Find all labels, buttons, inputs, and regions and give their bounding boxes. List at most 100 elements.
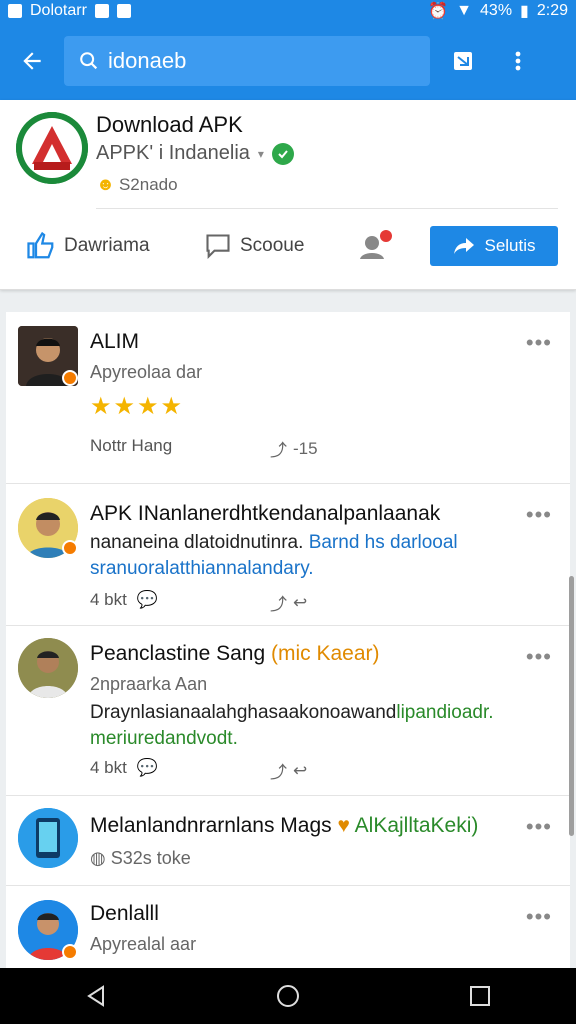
notifications-button[interactable]	[358, 229, 394, 263]
review-feed: ALIM Apyreolaa dar ★ ★ ★ ★ Nottr Hang ⤴ …	[6, 312, 570, 972]
post-author-tag[interactable]: AlKajlltaKeki)	[355, 814, 479, 837]
message-page-button[interactable]: Scooue	[204, 232, 304, 260]
post-subtitle: 2npraarka Aan	[90, 674, 208, 694]
image-notification-icon	[94, 4, 109, 18]
message-page-label: Scooue	[240, 235, 305, 256]
message-button[interactable]	[430, 22, 496, 100]
search-query: idonaeb	[108, 48, 187, 73]
reaction-buttons[interactable]: ⤴ ↩	[270, 590, 307, 615]
app-bar: idonaeb	[0, 22, 576, 100]
back-arrow-icon	[23, 52, 41, 70]
comment-icon[interactable]: 💬	[137, 590, 158, 610]
post-footer-text: 4 bkt	[90, 590, 127, 609]
more-options-icon[interactable]: •••	[526, 502, 552, 528]
more-options-icon[interactable]: •••	[526, 904, 552, 930]
share-button[interactable]: Selutis	[430, 226, 558, 266]
nav-recents-button[interactable]	[450, 968, 510, 1024]
reply-icon[interactable]: ↩	[293, 593, 307, 613]
comment-icon[interactable]: 💬	[137, 758, 158, 778]
list-item[interactable]: APK INanlanerdhtkendanalpanlaanak nanane…	[6, 484, 570, 626]
back-triangle-icon	[87, 985, 104, 1007]
post-footer: 4 bkt 💬	[90, 758, 158, 778]
post-subtitle-text: S32s toke	[110, 848, 191, 868]
list-item[interactable]: Peanclastine Sang (mic Kaear) 2npraarka …	[6, 626, 570, 796]
reply-icon[interactable]: ↩	[293, 761, 307, 781]
reaction-buttons[interactable]: ⤴ ↩	[270, 758, 307, 783]
verified-icon	[271, 142, 294, 165]
status-badge	[62, 370, 78, 386]
status-badge	[62, 944, 78, 960]
share-button-label: Selutis	[484, 236, 536, 255]
page-subtitle: APPK' i Indanelia ▾	[96, 142, 294, 165]
page-subtitle-text: APPK' i Indanelia	[96, 142, 250, 164]
battery-icon: ▮	[520, 3, 529, 20]
person-alert-icon	[360, 230, 392, 259]
list-item[interactable]: Denlalll Apyrealal aar •••	[6, 886, 570, 972]
page-header-card: Download APK APPK' i Indanelia ▾ ☻ S2nad…	[0, 100, 576, 290]
reaction-icon: ⤴	[270, 441, 287, 460]
scrollbar[interactable]	[569, 576, 574, 836]
reaction-count[interactable]: ⤴ -15	[270, 436, 318, 461]
avatar[interactable]	[18, 808, 78, 868]
list-item[interactable]: Melanlandnrarnlans Mags ♥ AlKajlltaKeki)…	[6, 796, 570, 886]
more-options-icon[interactable]: •••	[526, 814, 552, 840]
post-footer: Nottr Hang	[90, 436, 172, 456]
post-subtitle: Apyrealal aar	[90, 934, 197, 954]
more-options-icon[interactable]: •••	[526, 644, 552, 670]
battery-level: 43%	[480, 2, 513, 19]
post-author-name[interactable]: Peanclastine Sang	[90, 642, 265, 665]
share-icon[interactable]: ⤴	[270, 590, 287, 615]
page-actions: Dawriama Scooue Selutis	[0, 218, 576, 274]
page-meta: ☻ S2nado	[96, 174, 178, 195]
alarm-icon: ⏰	[428, 3, 449, 20]
post-body-text: nananeina dlatoidnutinra.	[90, 532, 304, 553]
star-icon: ★	[160, 393, 183, 420]
chat-bubble-icon	[206, 234, 230, 260]
star-icon: ★	[137, 393, 159, 420]
avatar[interactable]	[18, 638, 78, 698]
reaction-value: -15	[293, 438, 318, 458]
search-icon	[80, 52, 98, 70]
share-icon[interactable]: ⤴	[270, 758, 287, 783]
overflow-menu-button[interactable]	[496, 22, 540, 100]
nav-back-button[interactable]	[66, 968, 126, 1024]
messenger-icon	[454, 52, 472, 70]
globe-icon: ◍	[90, 848, 106, 868]
status-app-label: Dolotarr	[30, 2, 87, 19]
post-author[interactable]: ALIM	[90, 330, 139, 354]
apk-logo-icon	[16, 112, 88, 184]
home-circle-icon	[277, 985, 299, 1007]
post-footer-text: Nottr Hang	[90, 436, 173, 455]
like-page-label: Dawriama	[64, 235, 150, 256]
star-icon: ★	[90, 393, 112, 420]
system-nav-bar	[0, 968, 576, 1024]
nav-home-button[interactable]	[258, 968, 318, 1024]
thumbs-up-icon	[27, 231, 54, 259]
clock: 2:29	[536, 2, 568, 19]
post-author[interactable]: Denlalll	[90, 902, 159, 926]
post-subtitle: ◍ S32s toke	[90, 848, 191, 869]
post-author-tag[interactable]: (mic Kaear)	[271, 642, 380, 665]
more-options-icon[interactable]: •••	[526, 330, 552, 356]
status-bar: Dolotarr ⏰ ▼ 43% ▮ 2:29	[0, 0, 576, 22]
post-body: Draynlasianaalahghasaakonoawandlipandioa…	[90, 700, 530, 752]
list-item[interactable]: ALIM Apyreolaa dar ★ ★ ★ ★ Nottr Hang ⤴ …	[6, 312, 570, 484]
post-footer-text: 4 bkt	[90, 758, 127, 777]
divider	[96, 208, 558, 209]
post-author-name[interactable]: Melanlandnrarnlans Mags	[90, 814, 332, 837]
dropdown-dot-icon: ▾	[257, 146, 264, 161]
post-author[interactable]: APK INanlanerdhtkendanalpanlaanak	[90, 502, 440, 526]
page-meta-text: S2nado	[118, 174, 178, 194]
like-page-button[interactable]: Dawriama	[26, 231, 150, 261]
star-rating: ★ ★ ★ ★	[90, 392, 182, 421]
search-input[interactable]: idonaeb	[64, 36, 430, 86]
post-subtitle: Apyreolaa dar	[90, 362, 203, 382]
post-author[interactable]: Melanlandnrarnlans Mags ♥ AlKajlltaKeki)	[90, 814, 478, 838]
post-footer: 4 bkt 💬	[90, 590, 158, 610]
star-icon: ★	[113, 393, 136, 420]
status-badge	[62, 540, 78, 556]
post-author[interactable]: Peanclastine Sang (mic Kaear)	[90, 642, 380, 666]
back-button[interactable]	[0, 22, 64, 100]
page-logo[interactable]	[16, 112, 88, 184]
more-vert-icon	[515, 51, 521, 71]
